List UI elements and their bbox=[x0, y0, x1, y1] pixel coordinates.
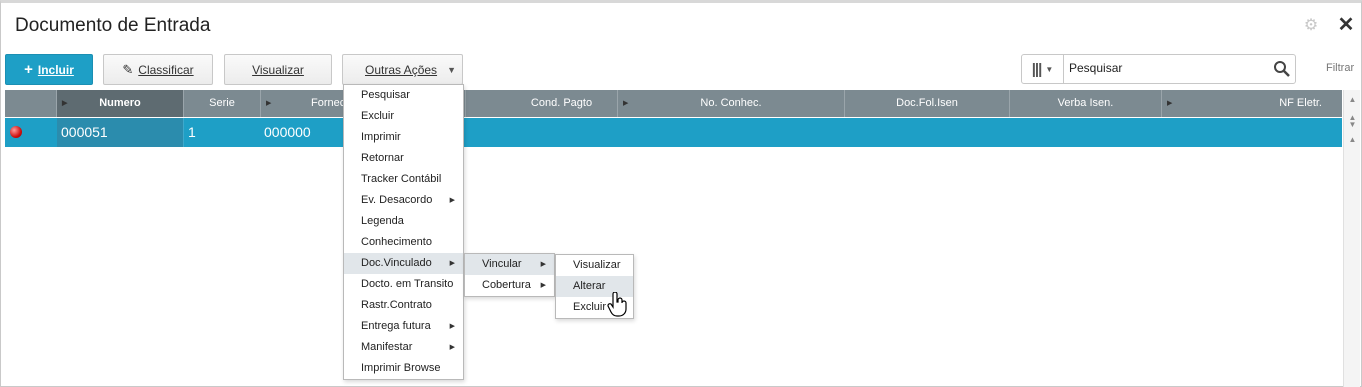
search-icon[interactable] bbox=[1272, 59, 1292, 79]
sort-arrow-icon: ▶ bbox=[1167, 100, 1173, 107]
menu-label: Pesquisar bbox=[361, 89, 410, 101]
menu-item-cobertura[interactable]: Cobertura ▶ bbox=[465, 275, 554, 296]
menu-label: Retornar bbox=[361, 152, 404, 164]
sort-arrow-icon: ▶ bbox=[62, 100, 68, 107]
menu-label: Manifestar bbox=[361, 341, 413, 353]
column-selector[interactable]: ||| ▼ bbox=[1022, 55, 1064, 83]
menu-item-visualizar[interactable]: Visualizar bbox=[556, 255, 633, 276]
menu-label: Cobertura bbox=[482, 279, 531, 291]
filtrar-link[interactable]: Filtrar bbox=[1326, 62, 1354, 74]
pencil-icon: ✎ bbox=[122, 61, 134, 77]
menu-item-legenda[interactable]: Legenda bbox=[344, 211, 463, 232]
header-numero[interactable]: ▶ Numero bbox=[57, 90, 184, 117]
search-box: ||| ▼ Pesquisar bbox=[1021, 54, 1296, 84]
header-cond-pagto[interactable]: Cond. Pagto bbox=[466, 90, 618, 117]
vertical-scrollbar[interactable]: ▲ ▲ ▼ ▲ bbox=[1343, 90, 1360, 387]
app-window: Documento de Entrada ⚙ ✕ + Incluir ✎ Cla… bbox=[0, 0, 1362, 387]
menu-label: Docto. em Transito bbox=[361, 278, 454, 290]
menu-item-rastr-contrato[interactable]: Rastr.Contrato bbox=[344, 295, 463, 316]
header-no-conhec[interactable]: ▶ No. Conhec. bbox=[618, 90, 845, 117]
visualizar-label: Visualizar bbox=[252, 62, 304, 77]
visualizar-button[interactable]: Visualizar bbox=[224, 54, 332, 85]
menu-item-pesquisar[interactable]: Pesquisar bbox=[344, 85, 463, 106]
chevron-down-icon: ▼ bbox=[447, 64, 456, 75]
plus-icon: + bbox=[24, 61, 33, 78]
sort-arrow-icon: ▶ bbox=[623, 100, 629, 107]
search-input[interactable]: Pesquisar bbox=[1069, 61, 1259, 75]
menu-item-ev-desacordo[interactable]: Ev. Desacordo ▶ bbox=[344, 190, 463, 211]
header-serie[interactable]: Serie bbox=[184, 90, 261, 117]
page-title: Documento de Entrada bbox=[15, 15, 211, 36]
header-label: NF Eletr. bbox=[1279, 97, 1322, 109]
menu-label: Rastr.Contrato bbox=[361, 299, 432, 311]
status-red-icon bbox=[10, 126, 22, 138]
outras-acoes-button[interactable]: Outras Ações ▼ bbox=[342, 54, 463, 85]
menu-item-excluir[interactable]: Excluir bbox=[344, 106, 463, 127]
menu-item-imprimir-browse[interactable]: Imprimir Browse bbox=[344, 358, 463, 379]
menu-label: Alterar bbox=[573, 280, 606, 292]
submenu-arrow-icon: ▶ bbox=[540, 282, 546, 289]
outras-acoes-label: Outras Ações bbox=[365, 62, 438, 77]
cell-numero[interactable]: 000051 bbox=[57, 118, 184, 147]
menu-item-imprimir[interactable]: Imprimir bbox=[344, 127, 463, 148]
table-row[interactable]: 000051 1 000000 bbox=[5, 118, 1342, 147]
cell-fornec[interactable]: 000000 bbox=[264, 118, 344, 147]
scroll-up-icon[interactable]: ▲ bbox=[1344, 134, 1361, 146]
menu-item-manifestar[interactable]: Manifestar ▶ bbox=[344, 337, 463, 358]
submenu-arrow-icon: ▶ bbox=[449, 260, 455, 267]
gear-icon[interactable]: ⚙ bbox=[1302, 17, 1320, 35]
classificar-label: Classificar bbox=[138, 62, 194, 77]
close-icon[interactable]: ✕ bbox=[1335, 14, 1357, 36]
header-nf-eletr[interactable]: ▶ NF Eletr. bbox=[1162, 90, 1342, 117]
menu-item-vincular[interactable]: Vincular ▶ bbox=[465, 254, 554, 275]
grid-header: ▶ Numero Serie ▶ Fornec Cond. Pagto ▶ No… bbox=[5, 90, 1342, 117]
header-label: Cond. Pagto bbox=[530, 97, 593, 109]
menu-label: Imprimir Browse bbox=[361, 362, 441, 374]
status-cell bbox=[5, 118, 57, 147]
submenu-arrow-icon: ▶ bbox=[540, 261, 546, 268]
menu-label: Entrega futura bbox=[361, 320, 431, 332]
header-label: Fornec bbox=[311, 97, 346, 109]
header-label: Numero bbox=[99, 97, 141, 109]
chevron-down-icon: ▼ bbox=[1045, 64, 1054, 74]
header-label: No. Conhec. bbox=[700, 97, 762, 109]
menu-label: Visualizar bbox=[573, 259, 621, 271]
incluir-label: Incluir bbox=[37, 62, 74, 77]
classificar-button[interactable]: ✎ Classificar bbox=[103, 54, 213, 85]
hand-cursor-icon bbox=[607, 292, 627, 317]
scroll-page-down-icon[interactable]: ▼ bbox=[1344, 119, 1361, 131]
header-label: Serie bbox=[209, 97, 235, 109]
cell-serie[interactable]: 1 bbox=[188, 118, 258, 147]
scroll-top-icon[interactable]: ▲ bbox=[1344, 94, 1361, 106]
sort-arrow-icon: ▶ bbox=[266, 100, 272, 107]
menu-label: Vincular bbox=[482, 258, 522, 270]
columns-icon: ||| bbox=[1031, 60, 1043, 78]
outras-acoes-menu: Pesquisar Excluir Imprimir Retornar Trac… bbox=[343, 84, 464, 380]
header-label: Verba Isen. bbox=[1057, 97, 1114, 109]
menu-label: Legenda bbox=[361, 215, 404, 227]
menu-item-doc-vinculado[interactable]: Doc.Vinculado ▶ bbox=[344, 253, 463, 274]
submenu-arrow-icon: ▶ bbox=[449, 197, 455, 204]
submenu-arrow-icon: ▶ bbox=[449, 344, 455, 351]
menu-item-conhecimento[interactable]: Conhecimento bbox=[344, 232, 463, 253]
submenu-arrow-icon: ▶ bbox=[449, 323, 455, 330]
menu-label: Tracker Contábil bbox=[361, 173, 442, 185]
menu-item-retornar[interactable]: Retornar bbox=[344, 148, 463, 169]
menu-label: Ev. Desacordo bbox=[361, 194, 433, 206]
menu-item-docto-em-transito[interactable]: Docto. em Transito bbox=[344, 274, 463, 295]
doc-vinculado-submenu: Vincular ▶ Cobertura ▶ bbox=[464, 253, 555, 297]
menu-label: Excluir bbox=[573, 301, 607, 313]
menu-label: Excluir bbox=[361, 110, 395, 122]
menu-label: Conhecimento bbox=[361, 236, 432, 248]
menu-label: Doc.Vinculado bbox=[361, 257, 432, 269]
menu-item-entrega-futura[interactable]: Entrega futura ▶ bbox=[344, 316, 463, 337]
menu-item-tracker-contabil[interactable]: Tracker Contábil bbox=[344, 169, 463, 190]
menu-label: Imprimir bbox=[361, 131, 401, 143]
header-verba-isen[interactable]: Verba Isen. bbox=[1010, 90, 1162, 117]
header-status bbox=[5, 90, 57, 117]
header-label: Doc.Fol.Isen bbox=[896, 97, 958, 109]
incluir-button[interactable]: + Incluir bbox=[5, 54, 93, 85]
header-doc-fol-isen[interactable]: Doc.Fol.Isen bbox=[845, 90, 1010, 117]
